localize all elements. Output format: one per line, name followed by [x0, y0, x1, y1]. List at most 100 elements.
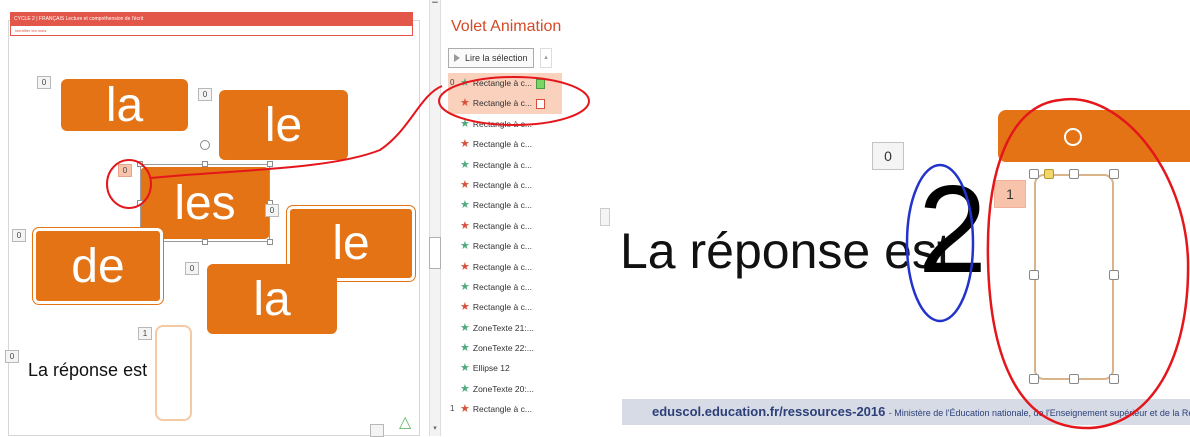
- resize-handle[interactable]: [1069, 169, 1079, 179]
- play-selection-label: Lire la sélection: [465, 53, 528, 63]
- zoom-answer-number: 2: [918, 161, 987, 299]
- animation-list-item[interactable]: 0 ★ Rectangle à c...: [448, 73, 562, 94]
- animation-tag[interactable]: 0: [5, 350, 19, 363]
- footer-site: eduscol.education.fr/ressources-2016: [652, 404, 886, 419]
- animation-tag[interactable]: 0: [265, 204, 279, 217]
- resize-handle[interactable]: [1029, 270, 1039, 280]
- animation-item-label: Rectangle à c...: [472, 261, 532, 272]
- resize-handle[interactable]: [1109, 270, 1119, 280]
- animation-tag[interactable]: 1: [138, 327, 152, 340]
- animation-list-item[interactable]: ★ Rectangle à c...: [448, 216, 562, 236]
- animation-list-item[interactable]: ★ Ellipse 12: [448, 358, 562, 378]
- animation-list-item[interactable]: ★ Rectangle à c...: [448, 297, 562, 317]
- animation-item-label: Rectangle à c...: [472, 139, 532, 150]
- resize-handle[interactable]: [267, 239, 273, 245]
- animation-tag[interactable]: [370, 424, 384, 437]
- animation-list-item[interactable]: 1 ★ Rectangle à c...: [448, 399, 562, 419]
- resize-handle[interactable]: [1109, 374, 1119, 384]
- resize-handle[interactable]: [1029, 169, 1039, 179]
- entrance-effect-star-icon: ★: [460, 342, 470, 355]
- animation-list-item[interactable]: ★ Rectangle à c...: [448, 277, 562, 297]
- animation-item-label: ZoneTexte 21:...: [472, 322, 534, 333]
- animation-list-item[interactable]: ★ Rectangle à c...: [448, 93, 562, 114]
- exit-effect-star-icon: ★: [460, 138, 470, 151]
- resize-handle[interactable]: [1029, 374, 1039, 384]
- entrance-effect-star-icon: ★: [460, 199, 470, 212]
- zoom-word-box[interactable]: [998, 110, 1190, 162]
- answer-label: La réponse est: [28, 360, 148, 380]
- entrance-effect-star-icon: ★: [460, 240, 470, 253]
- scroll-up-icon[interactable]: ▔: [430, 2, 440, 12]
- animation-tag[interactable]: 0: [185, 262, 199, 275]
- resize-handle[interactable]: [202, 239, 208, 245]
- animation-item-label: Rectangle à c...: [472, 404, 532, 415]
- animation-item-label: Rectangle à c...: [472, 118, 532, 129]
- entrance-effect-star-icon: ★: [460, 117, 470, 130]
- entrance-effect-star-icon: ★: [460, 321, 470, 334]
- pane-scroll-up-icon[interactable]: ▴: [540, 48, 552, 68]
- resize-handle[interactable]: [1109, 169, 1119, 179]
- answer-box[interactable]: [155, 325, 192, 421]
- resize-handle[interactable]: [202, 161, 208, 167]
- animation-list-item[interactable]: ★ Rectangle à c...: [448, 155, 562, 175]
- word-box-le[interactable]: le: [219, 90, 348, 160]
- animation-list-item[interactable]: ★ ZoneTexte 22:...: [448, 338, 562, 358]
- animation-list-item[interactable]: ★ ZoneTexte 20:...: [448, 379, 562, 399]
- animation-item-label: Rectangle à c...: [472, 159, 532, 170]
- animation-item-label: Rectangle à c...: [472, 179, 532, 190]
- rotate-handle-icon[interactable]: [1064, 128, 1082, 146]
- animation-item-label: Rectangle à c...: [472, 302, 532, 313]
- zoom-answer-box[interactable]: [1034, 174, 1114, 380]
- rotate-handle-icon[interactable]: [200, 140, 210, 150]
- animation-index: 1: [450, 404, 455, 414]
- entrance-effect-star-icon: ★: [460, 362, 470, 375]
- word-box-la[interactable]: la: [61, 79, 188, 132]
- play-selection-button[interactable]: Lire la sélection: [448, 48, 534, 68]
- zoom-edge-marker: [600, 208, 610, 226]
- animation-list-item[interactable]: ★ Rectangle à c...: [448, 114, 562, 134]
- animation-list-item[interactable]: ★ Rectangle à c...: [448, 195, 562, 215]
- animation-item-label: Rectangle à c...: [472, 98, 532, 109]
- word-box-la-2[interactable]: la: [207, 264, 337, 334]
- animation-tag[interactable]: 0: [37, 76, 51, 89]
- animation-list-item[interactable]: ★ ZoneTexte 21:...: [448, 318, 562, 338]
- scrollbar-thumb[interactable]: [429, 237, 441, 269]
- animation-item-label: Rectangle à c...: [472, 281, 532, 292]
- entrance-effect-star-icon: ★: [460, 280, 470, 293]
- exit-effect-star-icon: ★: [460, 219, 470, 232]
- triangle-icon: △: [399, 414, 412, 431]
- animation-item-label: Rectangle à c...: [472, 200, 532, 211]
- footer-ministry: - Ministère de l'Éducation nationale, de…: [888, 408, 1190, 418]
- animation-index: 0: [450, 78, 455, 87]
- animation-item-label: Ellipse 12: [472, 363, 510, 374]
- scroll-down-icon[interactable]: ▾: [430, 424, 440, 434]
- animation-list-item[interactable]: ★ Rectangle à c...: [448, 175, 562, 195]
- resize-handle[interactable]: [1069, 374, 1079, 384]
- timing-bar-icon: [535, 78, 545, 89]
- zoom-animation-tag-selected[interactable]: 1: [994, 180, 1026, 208]
- exit-effect-star-icon: ★: [460, 301, 470, 314]
- animation-item-label: ZoneTexte 20:...: [472, 383, 534, 394]
- resize-handle[interactable]: [137, 200, 143, 206]
- entrance-effect-star-icon: ★: [460, 158, 470, 171]
- resize-handle[interactable]: [137, 161, 143, 167]
- animation-item-label: Rectangle à c...: [472, 241, 532, 252]
- animation-tag-selected[interactable]: 0: [118, 164, 132, 177]
- animation-tag[interactable]: 0: [12, 229, 26, 242]
- word-box-de[interactable]: de: [33, 228, 163, 304]
- animation-tag[interactable]: 0: [198, 88, 212, 101]
- animation-list-item[interactable]: ★ Rectangle à c...: [448, 257, 562, 277]
- animation-item-label: ZoneTexte 22:...: [472, 343, 534, 354]
- vertical-scrollbar[interactable]: [429, 0, 441, 436]
- animation-list-item[interactable]: ★ Rectangle à c...: [448, 134, 562, 154]
- resize-handle[interactable]: [267, 161, 273, 167]
- adjust-handle[interactable]: [1044, 169, 1054, 179]
- slide-footer: eduscol.education.fr/ressources-2016 - M…: [622, 399, 1190, 425]
- exit-effect-star-icon: ★: [460, 403, 470, 416]
- zoom-animation-tag[interactable]: 0: [872, 142, 904, 170]
- slide-banner-subtitle: Identifier les mots: [10, 26, 413, 36]
- exit-effect-star-icon: ★: [460, 178, 470, 191]
- animation-list-item[interactable]: ★ Rectangle à c...: [448, 236, 562, 256]
- slide-banner: CYCLE 2 | FRANÇAIS Lecture et compréhens…: [10, 12, 413, 26]
- entrance-effect-star-icon: ★: [460, 382, 470, 395]
